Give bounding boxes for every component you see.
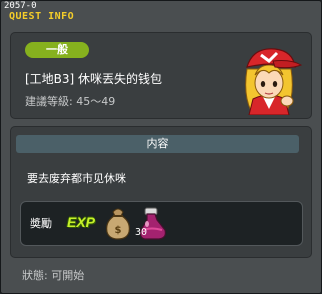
exp-icon: EXP (67, 214, 96, 230)
quest-recommended-level: 建議等級: 45～49 (25, 95, 116, 108)
version-label: 2057-0 (4, 1, 37, 11)
quest-info-window: 2057-0 QUEST INFO 一般 [工地B3] 休咪丟失的钱包 建議等級… (0, 0, 322, 294)
window-title: QUEST INFO (9, 11, 75, 22)
money-bag-icon[interactable]: $ (103, 206, 133, 240)
content-header: 内容 (16, 135, 299, 153)
quest-category-badge: 一般 (25, 42, 89, 58)
quest-summary-panel: 一般 [工地B3] 休咪丟失的钱包 建議等級: 45～49 (10, 32, 312, 119)
quest-name: [工地B3] 休咪丟失的钱包 (25, 72, 163, 86)
quest-description: 要去废弃都市见休咪 (27, 172, 126, 185)
svg-text:$: $ (115, 225, 122, 236)
potion-count: 30 (135, 227, 148, 238)
reward-box: 奬勵 EXP $ 30 (20, 201, 303, 246)
quest-content-panel: 内容 要去废弃都市见休咪 奬勵 EXP $ 30 (10, 126, 312, 258)
quest-status: 狀態: 可開始 (22, 269, 85, 282)
npc-portrait-icon (245, 48, 303, 115)
title-bar[interactable]: 2057-0 QUEST INFO (1, 1, 321, 23)
reward-label: 奬勵 (30, 217, 52, 230)
